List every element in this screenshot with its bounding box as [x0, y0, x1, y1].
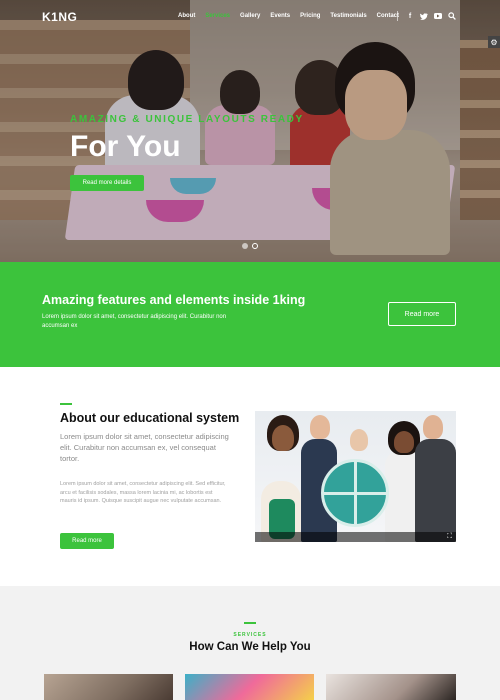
nav-links: About Services Gallery Events Pricing Te… — [178, 13, 409, 19]
hero-title: For You — [70, 130, 181, 163]
features-band: Amazing features and elements inside 1ki… — [0, 262, 500, 367]
about-title: About our educational system — [60, 411, 240, 425]
about-image: ⛶ — [255, 411, 456, 542]
globe-icon — [321, 459, 389, 527]
nav-link-services[interactable]: Services — [205, 13, 230, 19]
about-accent-bar — [60, 403, 72, 405]
services-accent-bar — [244, 622, 256, 624]
features-title: Amazing features and elements inside 1ki… — [42, 293, 306, 307]
top-nav: K1NG About Services Gallery Events Prici… — [0, 0, 500, 34]
nav-icons: f — [406, 11, 456, 21]
service-card-image[interactable] — [44, 674, 173, 700]
fullscreen-icon[interactable]: ⛶ — [447, 533, 452, 541]
about-lead: Lorem ipsum dolor sit amet, consectetur … — [60, 432, 229, 463]
slider-dot-2[interactable] — [252, 243, 258, 249]
twitter-icon[interactable] — [420, 11, 428, 21]
youtube-icon[interactable] — [434, 11, 442, 21]
service-card-image[interactable] — [326, 674, 456, 700]
facebook-icon[interactable]: f — [406, 11, 414, 21]
hero-tagline: AMAZING & UNIQUE LAYOUTS READY — [70, 114, 304, 125]
about-read-more-button[interactable]: Read more — [60, 533, 114, 549]
features-text: Lorem ipsum dolor sit amet, consectetur … — [42, 314, 227, 329]
nav-link-about[interactable]: About — [178, 13, 195, 19]
nav-link-pricing[interactable]: Pricing — [300, 13, 320, 19]
about-body: Lorem ipsum dolor sit amet, consectetur … — [60, 481, 226, 504]
read-more-details-button[interactable]: Read more details — [70, 175, 144, 191]
search-icon[interactable] — [448, 11, 456, 21]
service-card-image[interactable] — [185, 674, 314, 700]
logo[interactable]: K1NG — [42, 10, 77, 24]
nav-link-gallery[interactable]: Gallery — [240, 13, 260, 19]
services-section: SERVICES How Can We Help You — [0, 586, 500, 700]
services-kicker: SERVICES — [233, 632, 267, 638]
gear-icon[interactable]: ⚙ — [488, 36, 500, 48]
slider-dots — [242, 243, 258, 249]
hero-slider: K1NG About Services Gallery Events Prici… — [0, 0, 500, 262]
features-read-more-button[interactable]: Read more — [388, 302, 456, 326]
nav-link-events[interactable]: Events — [270, 13, 290, 19]
nav-link-contact[interactable]: Contact — [377, 13, 399, 19]
slider-dot-1[interactable] — [242, 243, 248, 249]
nav-divider — [397, 11, 398, 21]
nav-link-testimonials[interactable]: Testimonials — [330, 13, 366, 19]
services-title: How Can We Help You — [189, 641, 311, 653]
